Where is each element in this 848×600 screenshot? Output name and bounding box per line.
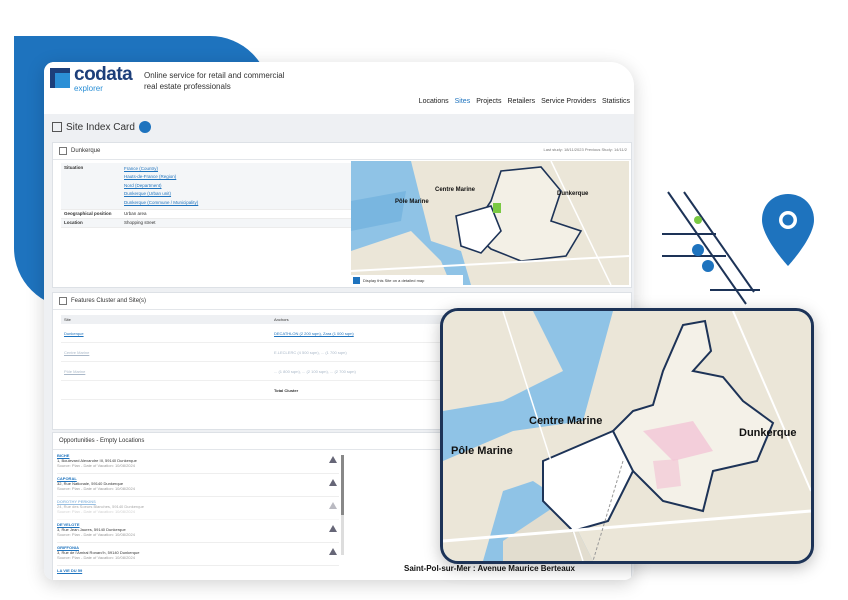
main-nav: Locations Sites Projects Retailers Servi… [419, 98, 630, 105]
opportunities-title: Opportunities - Empty Locations [59, 438, 145, 444]
site-name: Dunkerque [71, 148, 101, 154]
tagline: Online service for retail and commercial… [144, 71, 285, 91]
list-item[interactable]: DOROTHY PERKINS 24, Rue des Soeurs Blanc… [57, 497, 339, 520]
site-info-table: Situation France (Country) Hauts-de-Fran… [61, 163, 351, 228]
warning-icon[interactable] [329, 479, 337, 486]
map-label-pole-marine: Pôle Marine [395, 199, 429, 205]
features-table: Site Anchors Dunkerque DECATHLON (2 200 … [61, 315, 501, 400]
opportunity-source: Source: Plan - Date of Vacation: 10/08/2… [57, 463, 135, 468]
nav-statistics[interactable]: Statistics [602, 98, 630, 105]
display-detailed-map-label: Display this Site on a detailed map [363, 277, 425, 283]
opportunity-source: Source: Plan - Date of Vacation: 10/08/2… [57, 486, 135, 491]
map-label-dunkerque: Dunkerque [557, 191, 589, 197]
map-label-centre-marine: Centre Marine [435, 187, 476, 193]
situation-label: Situation [64, 164, 84, 170]
situation-urban-unit[interactable]: Dunkerque (Urban unit) [124, 190, 198, 199]
warning-icon[interactable] [329, 548, 337, 555]
list-item[interactable]: GRIFFONIA 3, Rue de l'Amiral Ronarc'h, 5… [57, 543, 339, 566]
page-title-row: Site Index Card [44, 114, 634, 140]
opportunity-source: Source: Plan - Date of Vacation: 10/08/2… [57, 532, 135, 537]
geo-position-row: Geographical position Urban area [61, 210, 351, 219]
nav-locations[interactable]: Locations [419, 98, 449, 105]
map-icon [353, 276, 360, 284]
col-site: Site [64, 317, 71, 322]
location-label: Location [64, 220, 83, 225]
situation-commune[interactable]: Dunkerque (Commune / Municipality) [124, 199, 198, 208]
map-label-saint-pol-caption: Saint-Pol-sur-Mer : Avenue Maurice Berte… [404, 564, 576, 573]
info-icon[interactable] [138, 121, 151, 133]
opportunity-title[interactable]: LA VIE DU 59 [57, 568, 339, 573]
list-icon [59, 297, 67, 305]
table-row: Centre Marine E.LECLERC (4 500 sqm), ...… [61, 343, 501, 362]
table-row-total: Total Cluster [61, 381, 501, 400]
table-row: Pôle Marine ... (1 800 sqm), ... (2 100 … [61, 362, 501, 381]
list-item[interactable]: LA VIE DU 59 [57, 566, 339, 580]
opportunity-source: Source: Plan - Date of Vacation: 10/08/2… [57, 509, 135, 514]
page-title: Site Index Card [66, 121, 135, 133]
site-link[interactable]: Pôle Marine [64, 369, 85, 374]
list-item[interactable]: BICHE 1, Boulevard Alexandre III, 59140 … [57, 451, 339, 474]
map-label-pole-marine: Pôle Marine [451, 445, 513, 457]
features-title: Features Cluster and Site(s) [71, 298, 147, 304]
location-row: Location Shopping street [61, 218, 351, 228]
situation-region[interactable]: Hauts-de-France (Region) [124, 173, 198, 182]
map-label-centre-marine: Centre Marine [529, 415, 603, 427]
situation-department[interactable]: Nord (Department) [124, 182, 198, 191]
nav-service-providers[interactable]: Service Providers [541, 98, 596, 105]
situation-values: France (Country) Hauts-de-France (Region… [124, 165, 198, 208]
map-label-dunkerque: Dunkerque [739, 427, 797, 439]
warning-icon[interactable] [329, 456, 337, 463]
zoomed-map[interactable]: Centre Marine Pôle Marine Dunkerque Sain… [440, 308, 814, 564]
site-map[interactable]: Centre Marine Pôle Marine Dunkerque Disp… [351, 161, 629, 285]
logo-icon-accent [55, 73, 70, 88]
list-item[interactable]: CAPORAL 32, Rue Nationale, 59140 Dunkerq… [57, 474, 339, 497]
features-table-header: Site Anchors [61, 315, 501, 324]
site-link[interactable]: Dunkerque [64, 331, 84, 336]
situation-country[interactable]: France (Country) [124, 165, 198, 174]
nav-projects[interactable]: Projects [476, 98, 501, 105]
geo-position-value: Urban area [124, 211, 147, 216]
opportunity-source: Source: Plan - Date of Vacation: 10/08/2… [57, 555, 135, 560]
location-pin-decoration [662, 191, 814, 305]
building-icon [52, 122, 62, 132]
nav-retailers[interactable]: Retailers [508, 98, 536, 105]
warning-icon[interactable] [329, 525, 337, 532]
header: codata explorer Online service for retai… [44, 62, 634, 114]
location-value: Shopping street [124, 220, 156, 225]
site-link[interactable]: Centre Marine [64, 350, 89, 355]
site-panel: Dunkerque Last study: 18/11/2023 Previou… [52, 142, 632, 288]
scrollbar-thumb[interactable] [341, 455, 344, 515]
site-map-graphic [351, 161, 629, 285]
situation-row: Situation France (Country) Hauts-de-Fran… [61, 163, 351, 210]
nav-sites[interactable]: Sites [455, 98, 471, 105]
display-detailed-map-button[interactable]: Display this Site on a detailed map [351, 275, 463, 285]
study-dates: Last study: 18/11/2023 Previous Study: 1… [543, 147, 627, 152]
opportunities-scrollbar[interactable] [341, 455, 344, 555]
warning-icon[interactable] [329, 502, 337, 509]
building-icon [59, 147, 67, 155]
table-row: Dunkerque DECATHLON (2 200 sqm), Zara (1… [61, 324, 501, 343]
list-item[interactable]: DE'VELOTE 3, Rue Jean Jaures, 59140 Dunk… [57, 520, 339, 543]
opportunities-list: BICHE 1, Boulevard Alexandre III, 59140 … [57, 451, 339, 580]
logo-text[interactable]: codata [74, 64, 133, 86]
geo-position-label: Geographical position [64, 211, 112, 216]
logo-subtext: explorer [74, 84, 103, 93]
